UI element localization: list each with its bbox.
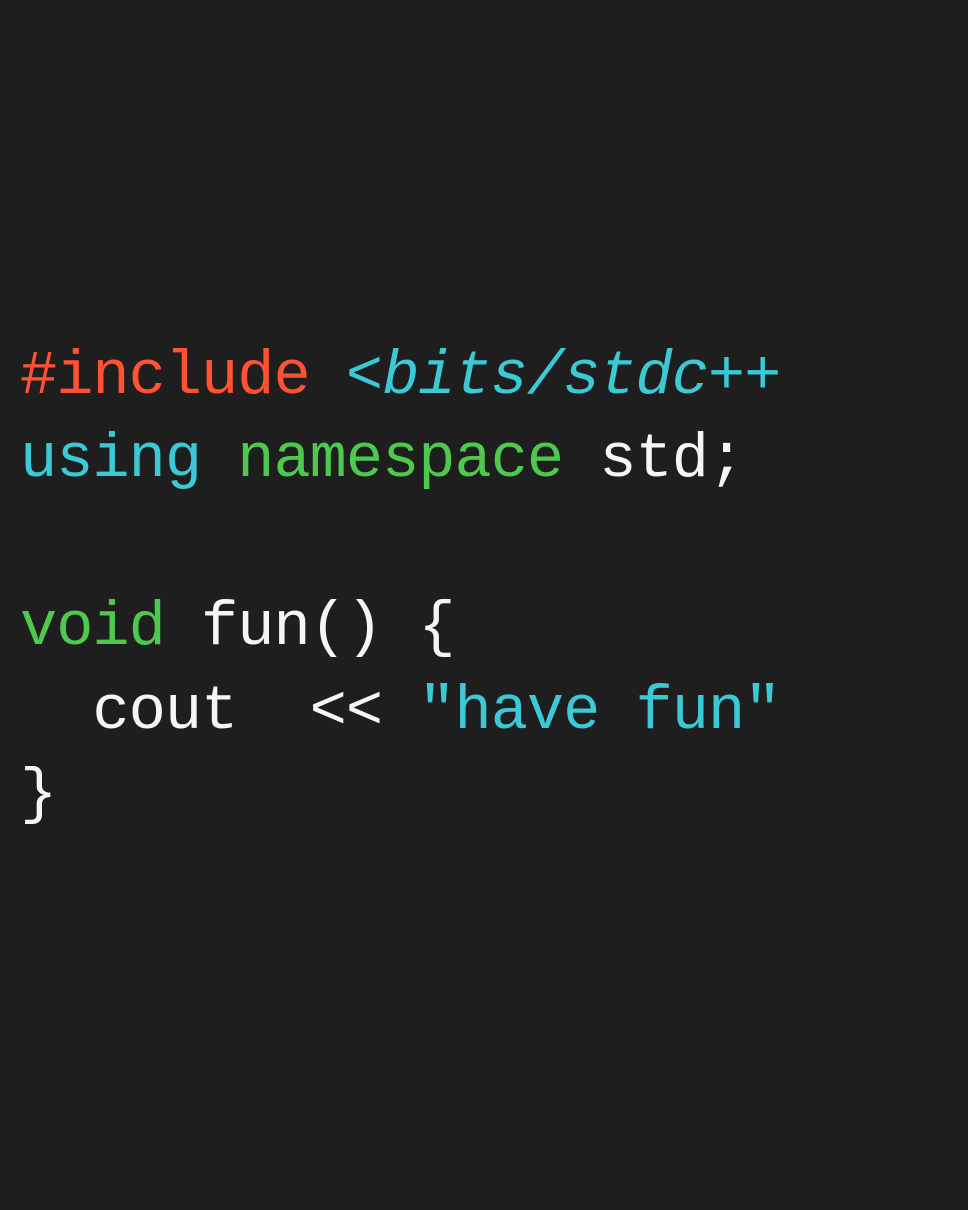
open-brace: { bbox=[418, 592, 454, 663]
space bbox=[201, 424, 237, 495]
code-line-1: #include <bits/stdc++ bbox=[20, 335, 948, 419]
code-line-4: void fun() { bbox=[20, 586, 948, 670]
space bbox=[563, 424, 599, 495]
identifier-cout: cout bbox=[92, 676, 237, 747]
parentheses: () bbox=[310, 592, 382, 663]
indent bbox=[20, 676, 92, 747]
space bbox=[310, 341, 346, 412]
type-void: void bbox=[20, 592, 165, 663]
space bbox=[165, 592, 201, 663]
identifier-std: std bbox=[599, 424, 708, 495]
function-name: fun bbox=[201, 592, 310, 663]
space bbox=[237, 676, 309, 747]
code-line-3-blank bbox=[20, 502, 948, 586]
keyword-namespace: namespace bbox=[237, 424, 563, 495]
stream-operator: << bbox=[310, 676, 382, 747]
code-line-6: } bbox=[20, 753, 948, 837]
include-path: <bits/stdc++ bbox=[346, 341, 780, 412]
space bbox=[382, 592, 418, 663]
semicolon: ; bbox=[708, 424, 744, 495]
code-line-2: using namespace std; bbox=[20, 418, 948, 502]
keyword-using: using bbox=[20, 424, 201, 495]
preprocessor-directive: #include bbox=[20, 341, 310, 412]
close-brace: } bbox=[20, 759, 56, 830]
code-line-5: cout << "have fun" bbox=[20, 670, 948, 754]
string-literal: "have fun" bbox=[418, 676, 780, 747]
space bbox=[382, 676, 418, 747]
